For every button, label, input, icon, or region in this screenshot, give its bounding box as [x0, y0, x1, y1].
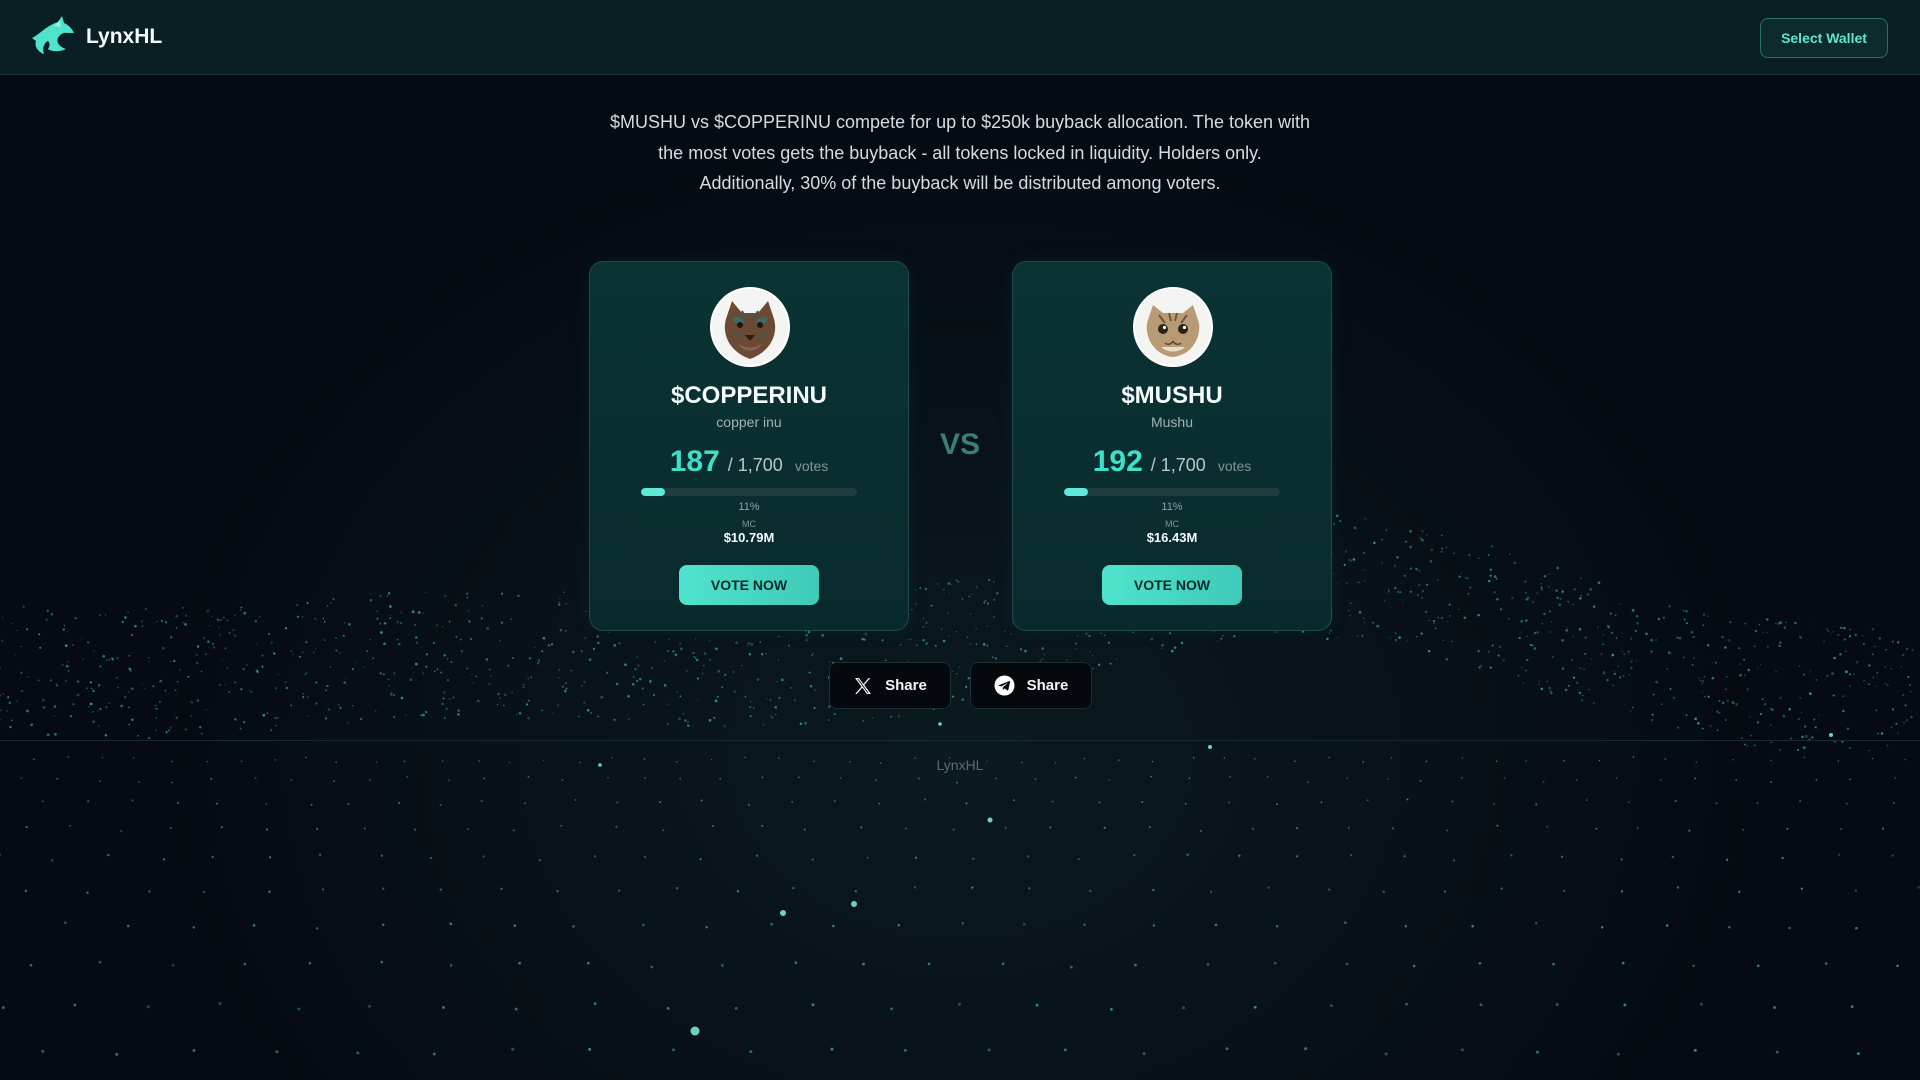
market-cap-label: MC [1165, 519, 1179, 529]
vote-now-button[interactable]: VOTE NOW [679, 565, 819, 605]
votes-unit: votes [1217, 458, 1252, 474]
avatar [710, 287, 790, 367]
x-icon [855, 677, 872, 694]
vote-percent: 11% [738, 501, 760, 513]
vote-percent: 11% [1161, 501, 1183, 513]
token-ticker: $MUSHU [1121, 382, 1223, 409]
vote-progress-fill [641, 488, 665, 496]
footer-brand: LynxHL [936, 757, 984, 773]
vote-now-button[interactable]: VOTE NOW [1102, 565, 1242, 605]
intro-description: $MUSHU vs $COPPERINU compete for up to $… [610, 112, 1310, 163]
vote-progress-bar [641, 488, 857, 496]
lynx-logo-icon [32, 16, 74, 54]
votes-count: 187 [669, 445, 720, 478]
votes-count: 192 [1092, 445, 1143, 478]
votes-row: 192 / 1,700 votes [1013, 445, 1331, 479]
footer-divider [0, 740, 1920, 741]
token-card-mushu: $MUSHU Mushu 192 / 1,700 votes 11% MC $1… [1012, 261, 1332, 631]
share-telegram-button[interactable]: Share [970, 662, 1092, 709]
header: LynxHL Select Wallet [0, 0, 1920, 75]
select-wallet-button[interactable]: Select Wallet [1760, 18, 1888, 58]
votes-max: / 1,700 [1150, 455, 1206, 475]
votes-row: 187 / 1,700 votes [590, 445, 908, 479]
vote-progress-fill [1064, 488, 1088, 496]
token-name: copper inu [716, 414, 782, 430]
token-name: Mushu [1150, 414, 1194, 430]
votes-unit: votes [794, 458, 829, 474]
vote-progress-bar [1064, 488, 1280, 496]
mushu-avatar-image [1135, 289, 1211, 365]
market-cap-value: $16.43M [1146, 530, 1198, 545]
token-ticker: $COPPERINU [670, 382, 828, 409]
share-x-button[interactable]: Share [829, 662, 951, 709]
copperinu-avatar-image [712, 289, 788, 365]
vs-label: VS [939, 428, 981, 461]
share-x-label: Share [885, 677, 927, 694]
page: LynxHL Select Wallet $MUSHU vs $COPPERIN… [0, 0, 1920, 1080]
intro-distribution-note: Additionally, 30% of the buyback will be… [699, 173, 1221, 193]
votes-max: / 1,700 [727, 455, 783, 475]
intro-text: $MUSHU vs $COPPERINU compete for up to $… [610, 107, 1310, 199]
share-telegram-label: Share [1026, 677, 1069, 694]
market-cap-value: $10.79M [723, 530, 775, 545]
avatar [1133, 287, 1213, 367]
telegram-icon [994, 675, 1015, 696]
brand[interactable]: LynxHL [30, 16, 162, 58]
market-cap-label: MC [742, 519, 756, 529]
token-card-copperinu: $COPPERINU copper inu 187 / 1,700 votes … [589, 261, 909, 631]
brand-name: LynxHL [86, 25, 163, 48]
